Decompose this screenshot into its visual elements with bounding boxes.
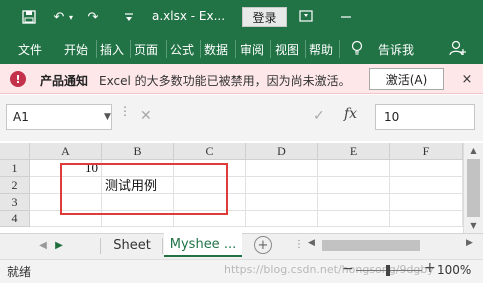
cell-f1[interactable] (390, 160, 463, 177)
tab-home[interactable]: 开始 (64, 41, 88, 58)
notice-message: Excel 的大多数功能已被禁用，因为尚未激活。 (99, 74, 351, 88)
tab-file[interactable]: 文件 (18, 41, 42, 58)
restore-icon[interactable] (296, 6, 316, 26)
tab-separator (130, 40, 131, 58)
minimize-icon[interactable] (336, 6, 356, 26)
tab-insert[interactable]: 插入 (100, 41, 124, 58)
formula-input[interactable]: 10 (375, 104, 475, 130)
cell-e3[interactable] (318, 194, 390, 211)
next-sheet-icon[interactable]: ▶ (52, 238, 66, 252)
title-bar: ↶ ▾ ↷ a.xlsx - Ex... 登录 (0, 0, 483, 34)
insert-function-icon[interactable]: fx (344, 106, 357, 122)
chevron-down-icon[interactable]: ▼ (104, 112, 111, 122)
vertical-scrollbar[interactable]: ▲ ▼ (463, 143, 483, 233)
tab-review[interactable]: 审阅 (240, 41, 264, 58)
tab-separator (339, 40, 340, 58)
cell-d3[interactable] (246, 194, 318, 211)
tab-page-layout[interactable]: 页面 (134, 41, 158, 58)
zoom-level[interactable]: 100% (437, 263, 471, 277)
cell-d4[interactable] (246, 211, 318, 227)
sheet-tab-mysheet[interactable]: Myshee ... (164, 233, 242, 257)
activate-button[interactable]: 激活(A) (369, 68, 444, 90)
sheet-tab-sheet[interactable]: Sheet (104, 233, 160, 257)
save-icon[interactable] (20, 8, 38, 26)
enter-icon[interactable]: ✓ (313, 108, 325, 124)
tab-separator (200, 40, 201, 58)
column-header-d[interactable]: D (246, 143, 318, 160)
column-header-f[interactable]: F (390, 143, 463, 160)
scroll-down-icon[interactable]: ▼ (464, 218, 483, 232)
zoom-out-icon[interactable]: − (342, 261, 354, 277)
scroll-left-icon[interactable]: ◀ (308, 238, 315, 248)
column-header-e[interactable]: E (318, 143, 390, 160)
zoom-slider-thumb[interactable] (386, 265, 390, 276)
prev-sheet-icon[interactable]: ◀ (36, 238, 50, 252)
column-header-a[interactable]: A (30, 143, 102, 160)
row-header-2[interactable]: 2 (0, 177, 30, 194)
scroll-up-icon[interactable]: ▲ (464, 143, 483, 157)
tab-separator (162, 238, 163, 254)
redo-icon[interactable]: ↷ (84, 8, 102, 26)
add-sheet-button[interactable]: + (254, 236, 272, 254)
window-title: a.xlsx - Ex... (152, 9, 226, 23)
highlight-box (60, 163, 228, 215)
cell-f2[interactable] (390, 177, 463, 194)
tab-separator (166, 40, 167, 58)
notice-title: 产品通知 (40, 74, 89, 88)
scroll-thumb[interactable] (467, 159, 480, 217)
row-header-3[interactable]: 3 (0, 194, 30, 211)
cell-e1[interactable] (318, 160, 390, 177)
share-icon[interactable] (449, 40, 467, 59)
tab-data[interactable]: 数据 (204, 41, 228, 58)
scroll-right-icon[interactable]: ▶ (466, 238, 473, 248)
tab-resize-handle-icon[interactable]: ⋮ (294, 239, 304, 250)
customize-icon[interactable] (120, 8, 138, 26)
status-mode: 就绪 (7, 265, 32, 279)
column-header-c[interactable]: C (174, 143, 246, 160)
product-notice-bar: ! 产品通知 Excel 的大多数功能已被禁用，因为尚未激活。 激活(A) × (0, 64, 483, 94)
cell-e4[interactable] (318, 211, 390, 227)
ribbon-tabs: 文件 开始 插入 页面 公式 数据 审阅 视图 帮助 告诉我 (0, 34, 483, 64)
error-icon: ! (10, 71, 26, 87)
tab-separator (96, 40, 97, 58)
zoom-in-icon[interactable]: + (424, 260, 436, 276)
cell-e2[interactable] (318, 177, 390, 194)
name-box-value: A1 (13, 110, 29, 124)
tab-formulas[interactable]: 公式 (170, 41, 194, 58)
tell-me-search[interactable]: 告诉我 (378, 41, 414, 58)
tab-help[interactable]: 帮助 (309, 41, 333, 58)
login-button[interactable]: 登录 (242, 7, 287, 27)
lightbulb-icon[interactable] (351, 40, 363, 59)
horizontal-scroll-thumb[interactable] (322, 240, 420, 251)
cell-f4[interactable] (390, 211, 463, 227)
cell-d2[interactable] (246, 177, 318, 194)
tab-separator (235, 40, 236, 58)
cell-d1[interactable] (246, 160, 318, 177)
name-box[interactable]: A1 ▼ (6, 104, 112, 130)
tab-separator (305, 40, 306, 58)
resize-handle-icon[interactable]: ⋮ (119, 105, 131, 117)
tab-view[interactable]: 视图 (275, 41, 299, 58)
undo-dropdown-icon[interactable]: ▾ (66, 8, 76, 26)
row-header-1[interactable]: 1 (0, 160, 30, 177)
select-all-corner[interactable] (0, 143, 30, 160)
close-icon[interactable]: × (459, 70, 475, 88)
column-header-b[interactable]: B (102, 143, 174, 160)
tab-separator (270, 40, 271, 58)
cell-f3[interactable] (390, 194, 463, 211)
tab-separator (100, 238, 101, 254)
row-header-4[interactable]: 4 (0, 211, 30, 227)
cancel-icon[interactable]: ✕ (140, 108, 152, 124)
